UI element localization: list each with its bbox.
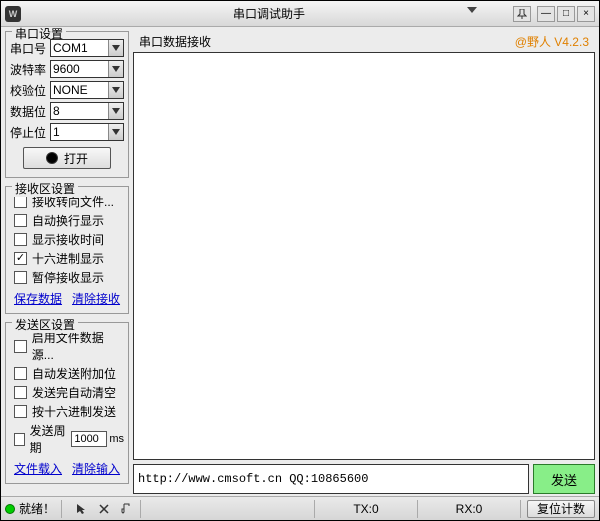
send-checkbox-2[interactable]: [14, 386, 27, 399]
minimize-button[interactable]: —: [537, 6, 555, 22]
stopbits-select[interactable]: 1: [50, 123, 124, 141]
port-value: COM1: [53, 41, 88, 55]
close-button[interactable]: ×: [577, 6, 595, 22]
open-port-button[interactable]: 打开: [23, 147, 111, 169]
send-settings-group: 发送区设置 启用文件数据源...自动发送附加位发送完自动清空按十六进制发送 发送…: [5, 322, 129, 484]
divider: [61, 500, 62, 518]
divider: [314, 500, 315, 518]
chevron-down-icon: [108, 61, 123, 77]
save-data-link[interactable]: 保存数据: [14, 290, 62, 307]
send-settings-title: 发送区设置: [12, 316, 78, 333]
chevron-down-icon: [108, 103, 123, 119]
recv-checkbox-label: 十六进制显示: [32, 250, 104, 267]
period-label: 发送周期: [30, 422, 68, 456]
right-panel: 串口数据接收 @野人 V4.2.3 发送: [133, 27, 599, 496]
send-checkbox-1[interactable]: [14, 367, 27, 380]
baud-label: 波特率: [10, 61, 50, 78]
open-label: 打开: [64, 150, 88, 167]
status-ready: 就绪！: [19, 500, 55, 517]
stopbits-value: 1: [53, 125, 60, 139]
clear-input-link[interactable]: 清除输入: [72, 460, 120, 477]
period-unit: ms: [109, 433, 124, 445]
send-checkbox-3[interactable]: [14, 405, 27, 418]
send-checkbox-0[interactable]: [14, 340, 27, 353]
recv-header-label: 串口数据接收: [139, 33, 211, 50]
recv-settings-title: 接收区设置: [12, 180, 78, 197]
send-checkbox-label: 自动发送附加位: [32, 365, 116, 382]
main-area: 串口设置 串口号 COM1 波特率 9600 校验位 NONE 数据位 8: [1, 27, 599, 496]
chevron-down-icon: [108, 40, 123, 56]
divider: [520, 500, 521, 518]
titlebar: W 串口调试助手 — □ ×: [1, 1, 599, 27]
note-icon[interactable]: [118, 501, 134, 517]
pin-button[interactable]: [513, 6, 531, 22]
load-file-link[interactable]: 文件载入: [14, 460, 62, 477]
status-dot-icon: [5, 504, 15, 514]
left-panel: 串口设置 串口号 COM1 波特率 9600 校验位 NONE 数据位 8: [1, 27, 133, 496]
parity-select[interactable]: NONE: [50, 81, 124, 99]
recv-header: 串口数据接收 @野人 V4.2.3: [133, 31, 595, 52]
version-label: @野人 V4.2.3: [515, 33, 589, 50]
chevron-down-icon: [108, 82, 123, 98]
reset-counter-button[interactable]: 复位计数: [527, 500, 595, 518]
chevron-down-icon: [108, 124, 123, 140]
parity-label: 校验位: [10, 82, 50, 99]
recv-checkbox-1[interactable]: [14, 214, 27, 227]
clear-recv-link[interactable]: 清除接收: [72, 290, 120, 307]
baud-select[interactable]: 9600: [50, 60, 124, 78]
send-checkbox-label: 启用文件数据源...: [32, 329, 124, 363]
baud-value: 9600: [53, 62, 80, 76]
period-checkbox[interactable]: [14, 433, 25, 446]
divider: [417, 500, 418, 518]
databits-select[interactable]: 8: [50, 102, 124, 120]
titlebar-dropdown-icon[interactable]: [467, 7, 477, 13]
statusbar: 就绪！ TX:0 RX:0 复位计数: [1, 496, 599, 520]
app-window: W 串口调试助手 — □ × 串口设置 串口号 COM1 波特率 96: [0, 0, 600, 521]
app-icon: W: [5, 6, 21, 22]
status-toolbar: [74, 501, 134, 517]
recv-checkbox-4[interactable]: [14, 271, 27, 284]
status-led-icon: [46, 152, 58, 164]
send-checkbox-label: 按十六进制发送: [32, 403, 116, 420]
recv-checkbox-2[interactable]: [14, 233, 27, 246]
port-settings-group: 串口设置 串口号 COM1 波特率 9600 校验位 NONE 数据位 8: [5, 31, 129, 178]
recv-settings-group: 接收区设置 接收转向文件...自动换行显示显示接收时间十六进制显示暂停接收显示 …: [5, 186, 129, 314]
period-input[interactable]: [71, 431, 107, 447]
recv-checkbox-label: 暂停接收显示: [32, 269, 104, 286]
recv-checkbox-3[interactable]: [14, 252, 27, 265]
port-label: 串口号: [10, 40, 50, 57]
port-select[interactable]: COM1: [50, 39, 124, 57]
tool-icon[interactable]: [96, 501, 112, 517]
parity-value: NONE: [53, 83, 88, 97]
stopbits-label: 停止位: [10, 124, 50, 141]
databits-label: 数据位: [10, 103, 50, 120]
recv-checkbox-label: 自动换行显示: [32, 212, 104, 229]
window-title: 串口调试助手: [25, 5, 513, 22]
recv-checkbox-label: 显示接收时间: [32, 231, 104, 248]
databits-value: 8: [53, 104, 60, 118]
send-button[interactable]: 发送: [533, 464, 595, 494]
divider: [140, 500, 141, 518]
send-input[interactable]: [133, 464, 529, 494]
pointer-icon[interactable]: [74, 501, 90, 517]
send-checkbox-label: 发送完自动清空: [32, 384, 116, 401]
tx-counter: TX:0: [321, 502, 411, 516]
rx-counter: RX:0: [424, 502, 514, 516]
maximize-button[interactable]: □: [557, 6, 575, 22]
recv-textarea[interactable]: [133, 52, 595, 460]
